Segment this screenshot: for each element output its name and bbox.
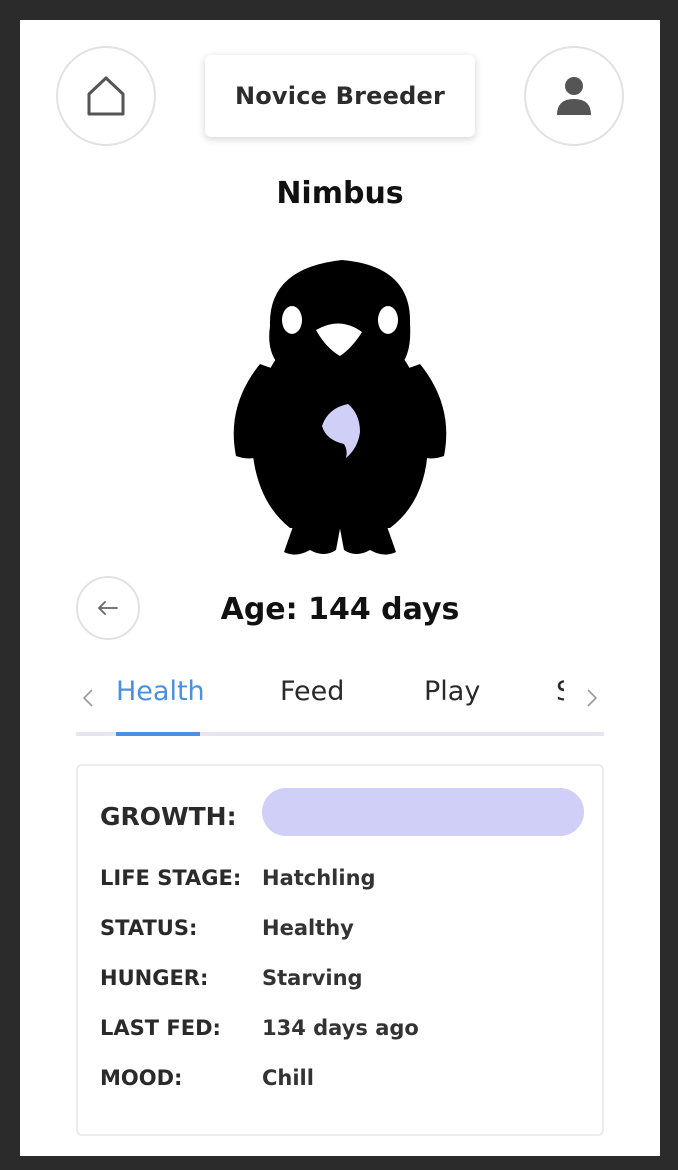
tabs-scroll-right-button[interactable] — [582, 680, 602, 716]
rank-label: Novice Breeder — [234, 82, 446, 110]
pet-age: Age: 144 days — [220, 592, 460, 627]
tabs-viewport: Health Feed Play S — [116, 668, 564, 736]
pet-bird-image — [233, 260, 447, 555]
stat-value: 134 days ago — [262, 1016, 419, 1040]
stat-key: MOOD: — [100, 1066, 183, 1090]
tab-feed[interactable]: Feed — [280, 676, 344, 707]
growth-progress-bar — [262, 788, 584, 836]
stat-status: STATUS: Healthy — [100, 916, 354, 940]
stat-last-fed: LAST FED: 134 days ago — [100, 1016, 419, 1040]
stat-key: LIFE STAGE: — [100, 866, 242, 890]
rank-badge: Novice Breeder — [205, 55, 475, 137]
stat-value: Hatchling — [262, 866, 376, 890]
stat-key: HUNGER: — [100, 966, 209, 990]
growth-label: GROWTH: — [100, 802, 237, 831]
active-tab-indicator — [116, 732, 200, 736]
tab-bar: Health Feed Play S — [76, 668, 604, 736]
user-icon — [557, 77, 591, 115]
app-screen: Novice Breeder Nimbus Age: 144 days Heal… — [20, 20, 660, 1156]
stat-mood: MOOD: Chill — [100, 1066, 314, 1090]
tab-play[interactable]: Play — [424, 676, 480, 707]
health-info-card: GROWTH: LIFE STAGE: Hatchling STATUS: Heal… — [76, 764, 604, 1136]
growth-progress-fill — [262, 788, 584, 836]
stat-life-stage: LIFE STAGE: Hatchling — [100, 866, 376, 890]
stat-hunger: HUNGER: Starving — [100, 966, 363, 990]
stat-key: LAST FED: — [100, 1016, 221, 1040]
profile-button[interactable] — [524, 46, 624, 146]
chevron-right-icon — [587, 689, 597, 707]
pet-name: Nimbus — [276, 176, 404, 211]
stat-value: Chill — [262, 1066, 314, 1090]
home-button[interactable] — [56, 46, 156, 146]
home-icon — [87, 76, 125, 116]
tab-health[interactable]: Health — [116, 676, 205, 707]
stat-value: Starving — [262, 966, 363, 990]
tab-partial[interactable]: S — [556, 676, 564, 707]
stat-key: STATUS: — [100, 916, 198, 940]
chevron-left-icon — [83, 689, 93, 707]
stat-value: Healthy — [262, 916, 354, 940]
tabs-scroll-left-button[interactable] — [78, 680, 98, 716]
